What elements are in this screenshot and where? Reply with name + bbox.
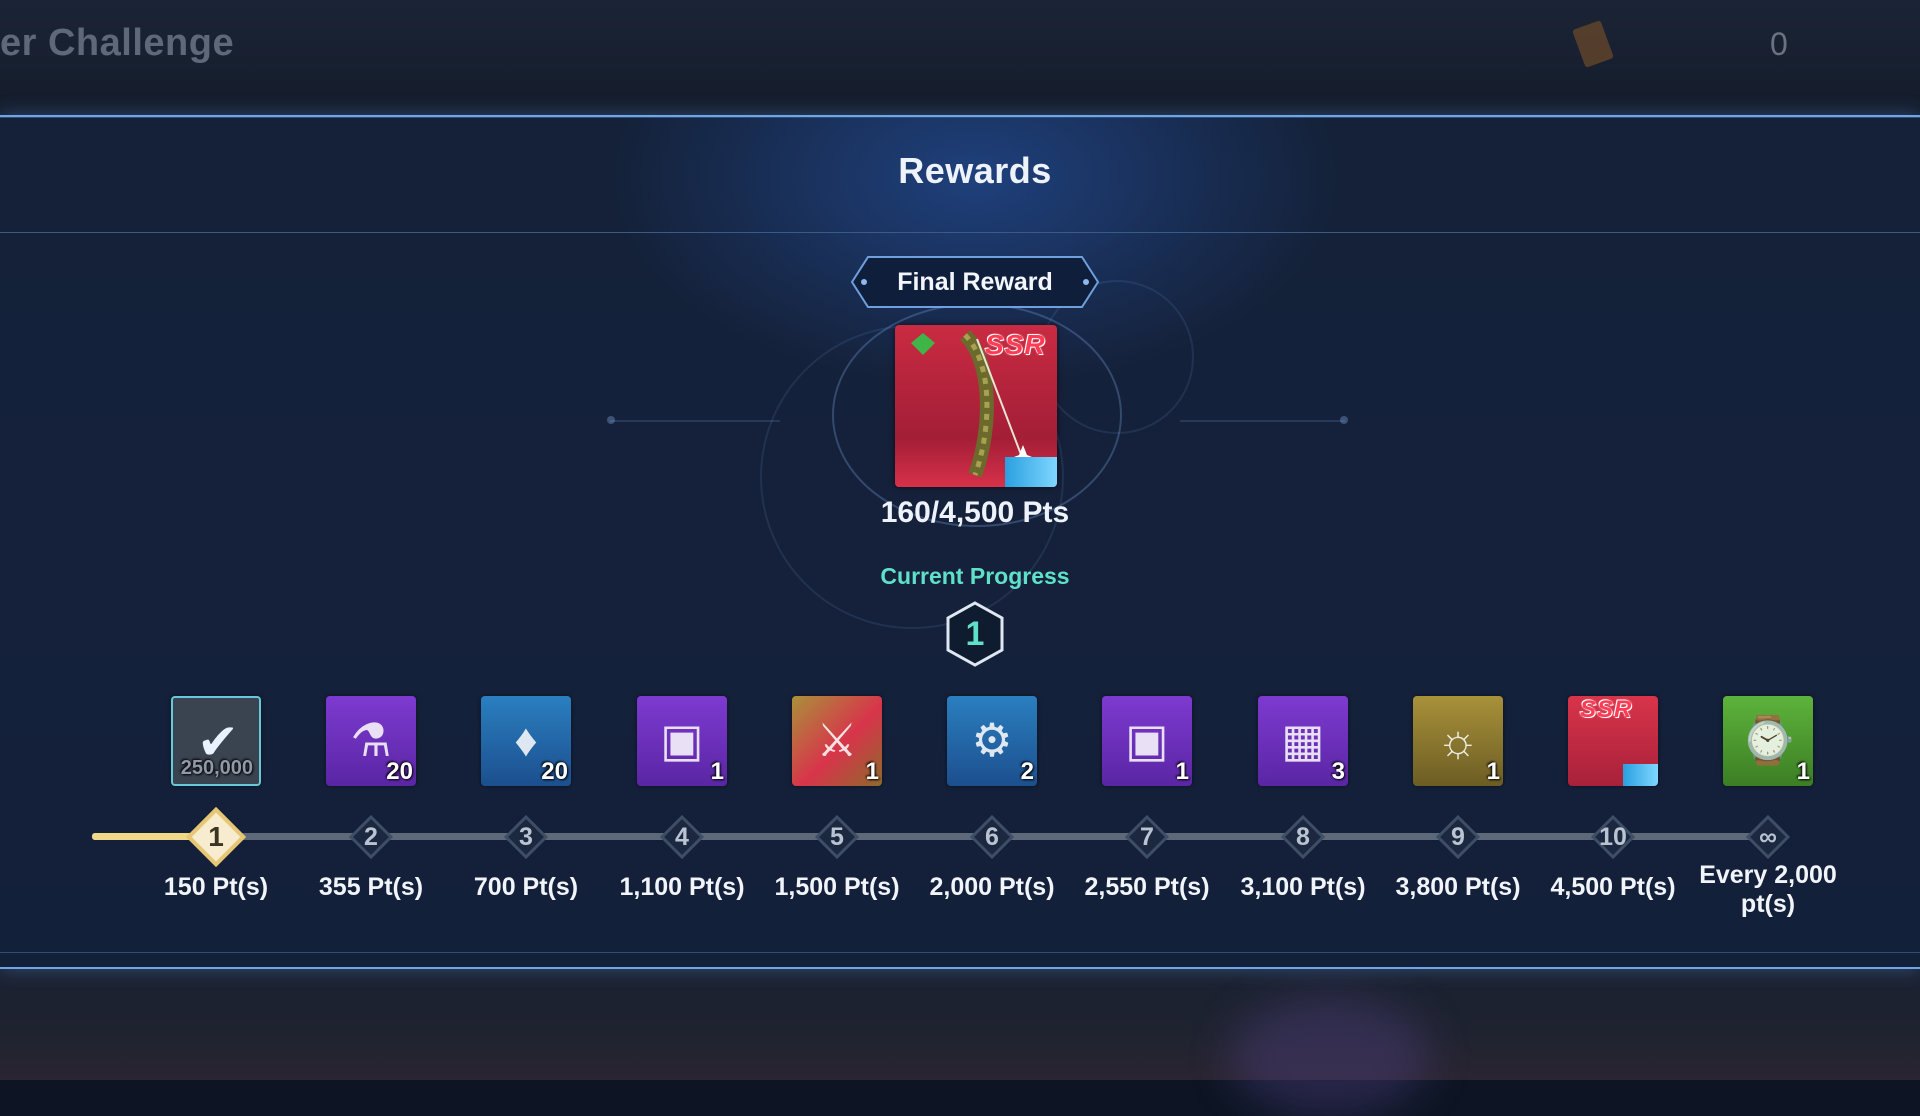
tier-number: 9 xyxy=(1451,823,1465,851)
final-reward-progress: 160/4,500 Pts xyxy=(880,496,1070,529)
decor-line xyxy=(1180,420,1345,422)
ssr-badge: SSR xyxy=(985,329,1046,360)
reward-item-tier-1[interactable]: ✔ 250,000 xyxy=(171,696,261,786)
decor-line xyxy=(610,420,780,422)
reward-item-tier-2[interactable]: ⚗ 20 xyxy=(326,696,416,786)
current-tier-number: 1 xyxy=(965,615,985,653)
ssr-badge: SSR xyxy=(1580,696,1633,723)
tier-number: 7 xyxy=(1140,823,1154,851)
reward-quantity: 1 xyxy=(1486,758,1500,785)
tier-points-label: 1,100 Pt(s) xyxy=(619,873,745,901)
decor-dot xyxy=(1340,416,1348,424)
reward-item-tier-8[interactable]: ▦ 3 xyxy=(1258,696,1348,786)
progress-track xyxy=(92,833,1772,840)
tier-points-label: 1,500 Pt(s) xyxy=(774,873,900,901)
tier-points-label: 2,550 Pt(s) xyxy=(1084,873,1210,901)
reward-item-tier-5[interactable]: ⚔ 1 xyxy=(792,696,882,786)
tier-number: 1 xyxy=(208,821,224,852)
tier-points-label: 3,100 Pt(s) xyxy=(1240,873,1366,901)
tier-points-label: 355 Pt(s) xyxy=(318,873,424,901)
current-progress-label: Current Progress xyxy=(880,563,1070,589)
reward-item-tier-9[interactable]: ☼ 1 xyxy=(1413,696,1503,786)
reward-quantity: 1 xyxy=(1175,758,1189,785)
final-reward-label: Final Reward xyxy=(897,268,1053,296)
tier-number: ∞ xyxy=(1759,823,1777,851)
reward-item-tier-3[interactable]: ♦ 20 xyxy=(481,696,571,786)
tier-number: 6 xyxy=(985,823,999,851)
reward-quantity: 250,000 xyxy=(180,757,253,779)
final-reward-tag: Final Reward xyxy=(850,255,1100,309)
dialog-title: Rewards xyxy=(898,150,1052,191)
tier-number: 5 xyxy=(830,823,844,851)
reward-quantity: 20 xyxy=(386,758,413,785)
reward-quantity: 1 xyxy=(1796,758,1810,785)
decor-dot xyxy=(607,416,615,424)
tier-number: 3 xyxy=(519,823,533,851)
final-reward-item[interactable]: SSR xyxy=(895,325,1057,487)
reward-item-tier-6[interactable]: ⚙ 2 xyxy=(947,696,1037,786)
tier-points-label: 2,000 Pt(s) xyxy=(929,873,1055,901)
reward-quantity: 3 xyxy=(1331,758,1345,785)
tier-points-label: 4,500 Pt(s) xyxy=(1550,873,1676,901)
tier-number: 8 xyxy=(1296,823,1310,851)
reward-item-tier-7[interactable]: ▣ 1 xyxy=(1102,696,1192,786)
background-top-bar xyxy=(0,0,1920,118)
tier-points-label: 150 Pt(s) xyxy=(163,873,269,901)
tier-points-label: 700 Pt(s) xyxy=(473,873,579,901)
background-screen-title: er Challenge xyxy=(0,22,235,64)
tier-number: 2 xyxy=(364,823,378,851)
reward-quantity: 2 xyxy=(1020,758,1034,785)
background-ticket-count: 0 xyxy=(1770,26,1788,62)
reward-quantity: 1 xyxy=(865,758,879,785)
tier-points-label: Every 2,000 pt(s) xyxy=(1699,861,1837,918)
reward-item-tier-4[interactable]: ▣ 1 xyxy=(637,696,727,786)
reward-quantity: 20 xyxy=(541,758,568,785)
reward-item-tier-11[interactable]: ⌚ 1 xyxy=(1723,696,1813,786)
panel-bottom-line xyxy=(0,952,1920,953)
tier-points-label: 3,800 Pt(s) xyxy=(1395,873,1521,901)
header-divider xyxy=(0,232,1920,233)
panel-top-line xyxy=(0,117,1920,118)
reward-item-tier-10[interactable]: SSR xyxy=(1568,696,1658,786)
reward-quantity: 1 xyxy=(710,758,724,785)
tier-number: 4 xyxy=(675,823,689,851)
background-bottom-area xyxy=(0,966,1920,1116)
tier-number: 10 xyxy=(1599,823,1627,851)
